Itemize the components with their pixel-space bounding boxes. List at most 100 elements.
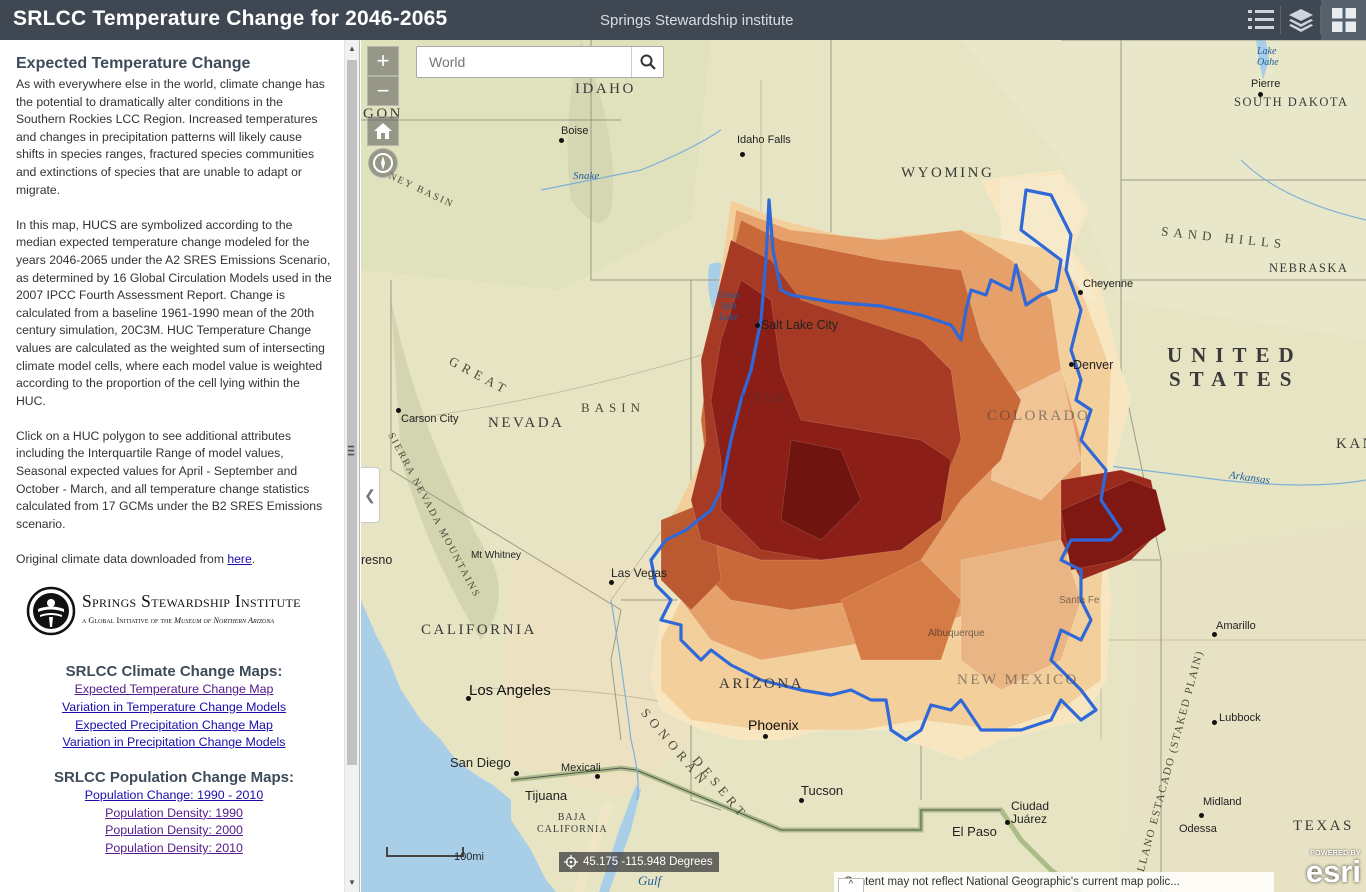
label-wyoming: WYOMING xyxy=(901,165,995,181)
ssi-logo-subtext: a Global Initiative of the Museum of Nor… xyxy=(82,615,275,625)
search-button[interactable] xyxy=(631,47,663,77)
app-subtitle: Springs Stewardship institute xyxy=(600,12,794,29)
method-paragraph: In this map, HUCS are symbolized accordi… xyxy=(16,217,332,408)
population-maps-title: SRLCC Population Change Maps: xyxy=(54,769,294,787)
apps-button[interactable] xyxy=(1321,0,1366,40)
link-variation-precipitation[interactable]: Variation in Precipitation Change Models xyxy=(16,734,332,752)
label-odessa: Odessa xyxy=(1179,823,1217,835)
label-lubbock: Lubbock xyxy=(1219,712,1261,724)
legend-button[interactable] xyxy=(1241,0,1281,40)
label-great-salt-lake: Great Salt Lake xyxy=(717,290,740,323)
zoom-in-button[interactable]: + xyxy=(367,46,399,76)
label-santa-fe: Santa Fe xyxy=(1059,595,1100,606)
scroll-down-arrow[interactable]: ▼ xyxy=(348,878,356,887)
attribution-toggle[interactable]: ^ xyxy=(838,878,864,892)
label-fresno: resno xyxy=(361,553,393,567)
label-denver: Denver xyxy=(1073,358,1114,372)
city-dot xyxy=(1199,813,1204,818)
link-density-2010[interactable]: Population Density: 2010 xyxy=(16,840,332,858)
label-los-angeles: Los Angeles xyxy=(469,682,551,699)
search-icon xyxy=(640,54,656,70)
instructions-paragraph: Click on a HUC polygon to see additional… xyxy=(16,428,323,531)
city-dot xyxy=(1212,720,1217,725)
locate-button[interactable] xyxy=(368,148,398,178)
crosshair-icon xyxy=(564,855,578,869)
label-idaho: IDAHO xyxy=(575,81,636,97)
label-lake-oahe: Lake Oahe xyxy=(1257,46,1279,68)
link-expected-precipitation[interactable]: Expected Precipitation Change Map xyxy=(16,717,332,735)
link-expected-temperature[interactable]: Expected Temperature Change Map xyxy=(16,681,332,699)
link-density-1990[interactable]: Population Density: 1990 xyxy=(16,805,332,823)
label-boise: Boise xyxy=(561,125,589,137)
panel-heading: Expected Temperature Change xyxy=(16,55,251,72)
ssi-emblem-icon xyxy=(26,586,76,636)
label-kansas: KAN xyxy=(1336,436,1366,452)
city-dot xyxy=(755,323,760,328)
panel-content: Expected Temperature Change As with ever… xyxy=(16,54,332,858)
search-input[interactable] xyxy=(417,47,632,77)
climate-maps-title: SRLCC Climate Change Maps: xyxy=(65,663,283,681)
label-tucson: Tucson xyxy=(801,783,844,798)
label-states: STATES xyxy=(1169,367,1301,391)
label-carson-city: Carson City xyxy=(401,413,459,425)
intro-paragraph: As with everywhere else in the world, cl… xyxy=(16,77,325,197)
label-united: UNITED xyxy=(1167,343,1303,367)
chevron-left-icon: ❮ xyxy=(364,486,376,503)
layers-icon xyxy=(1289,9,1313,32)
city-dot xyxy=(1078,290,1083,295)
label-new-mexico: NEW MEXICO xyxy=(957,672,1079,688)
label-mt-whitney: Mt Whitney xyxy=(471,550,522,561)
side-panel: Expected Temperature Change As with ever… xyxy=(0,40,360,892)
map-view[interactable]: IDAHO WYOMING SOUTH DAKOTA NEBRASKA NEVA… xyxy=(361,40,1366,892)
label-nebraska: NEBRASKA xyxy=(1269,261,1349,275)
coordinate-text: 45.175 -115.948 Degrees xyxy=(583,856,713,868)
collapse-panel-button[interactable]: ❮ xyxy=(361,467,380,523)
link-density-2000[interactable]: Population Density: 2000 xyxy=(16,822,332,840)
city-dot xyxy=(1258,92,1263,97)
home-button[interactable] xyxy=(367,116,399,146)
label-el-paso: El Paso xyxy=(952,824,997,839)
label-ciudad-juarez: Ciudad Juárez xyxy=(1011,799,1050,826)
link-population-change[interactable]: Population Change: 1990 - 2010 xyxy=(16,787,332,805)
app-title: SRLCC Temperature Change for 2046-2065 xyxy=(13,7,448,30)
scroll-thumb[interactable] xyxy=(347,60,357,765)
link-variation-temperature[interactable]: Variation in Temperature Change Models xyxy=(16,699,332,717)
label-snake-river: Snake xyxy=(573,170,600,182)
city-dot xyxy=(740,152,745,157)
apps-grid-icon xyxy=(1331,8,1356,32)
city-dot xyxy=(514,771,519,776)
search-box xyxy=(416,46,664,78)
app-header: SRLCC Temperature Change for 2046-2065 S… xyxy=(0,0,1366,40)
city-dot xyxy=(763,734,768,739)
coordinate-display[interactable]: 45.175 -115.948 Degrees xyxy=(559,852,719,872)
label-texas: TEXAS xyxy=(1293,818,1354,834)
map-attribution[interactable]: Content may not reflect National Geograp… xyxy=(834,872,1274,892)
label-cheyenne: Cheyenne xyxy=(1083,278,1134,290)
label-baja-california: BAJA CALIFORNIA xyxy=(537,812,608,835)
label-midland: Midland xyxy=(1203,796,1242,808)
city-dot xyxy=(559,138,564,143)
esri-wordmark: esri xyxy=(1305,854,1361,889)
label-salt-lake-city: Salt Lake City xyxy=(761,318,839,332)
label-amarillo: Amarillo xyxy=(1216,620,1256,632)
label-albuquerque: Albuquerque xyxy=(928,628,985,639)
zoom-out-button[interactable]: − xyxy=(367,76,399,106)
ssi-logo[interactable]: Springs Stewardship Institute a Global I… xyxy=(26,586,332,636)
population-maps-links: Population Change: 1990 - 2010 Populatio… xyxy=(16,787,332,858)
panel-resize-grip[interactable]: ━ ━ ━ xyxy=(348,443,354,461)
esri-logo[interactable]: POWERED BY esri xyxy=(1301,850,1361,892)
scale-bar xyxy=(386,847,464,857)
scroll-up-arrow[interactable]: ▲ xyxy=(348,44,356,53)
layers-button[interactable] xyxy=(1281,0,1321,40)
source-data-link[interactable]: here xyxy=(227,552,251,566)
home-icon xyxy=(374,123,392,139)
city-dot xyxy=(609,580,614,585)
panel-scrollbar[interactable]: ▲ ▼ xyxy=(344,40,359,892)
label-arizona: ARIZONA xyxy=(719,676,804,692)
label-idaho-falls: Idaho Falls xyxy=(737,134,791,146)
city-dot xyxy=(1005,820,1010,825)
label-basin: BASIN xyxy=(581,400,646,415)
label-san-diego: San Diego xyxy=(450,755,511,770)
label-south-dakota: SOUTH DAKOTA xyxy=(1234,95,1349,109)
label-pierre: Pierre xyxy=(1251,78,1281,90)
